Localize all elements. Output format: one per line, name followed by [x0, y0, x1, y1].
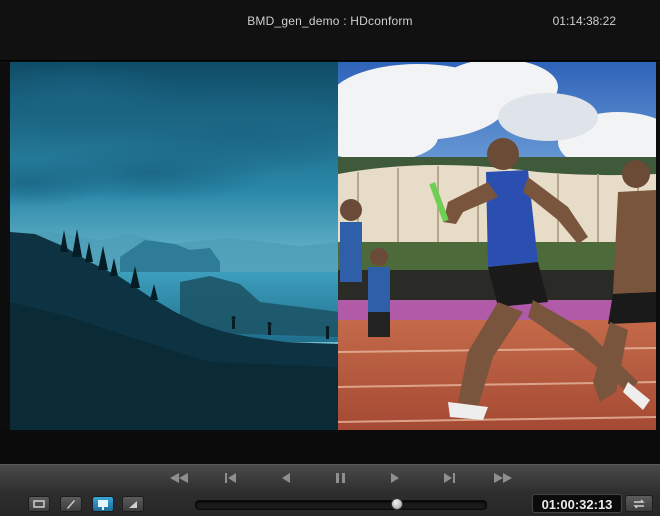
- display-tool-button[interactable]: [92, 496, 114, 512]
- fast-forward-button[interactable]: [490, 471, 516, 489]
- loop-playback-button[interactable]: [625, 495, 653, 512]
- display-icon: [98, 499, 108, 510]
- play-button[interactable]: [382, 471, 408, 489]
- pause-icon: [336, 473, 345, 483]
- play-reverse-button[interactable]: [273, 471, 299, 489]
- viewer-bottom-margin: [0, 430, 660, 464]
- playback-controls: 01:00:32:13: [0, 464, 660, 516]
- video-viewer[interactable]: [10, 62, 656, 430]
- scrubber-handle[interactable]: [390, 498, 403, 510]
- audio-icon: [129, 501, 137, 508]
- play-reverse-icon: [282, 473, 290, 483]
- playhead-scrubber[interactable]: [195, 498, 487, 510]
- fast-rewind-button[interactable]: [166, 471, 192, 489]
- go-to-start-icon: [225, 473, 236, 483]
- go-to-start-button[interactable]: [218, 471, 244, 489]
- go-to-end-button[interactable]: [436, 471, 462, 489]
- timecode-display[interactable]: 01:00:32:13: [532, 494, 622, 513]
- left-split-image: [10, 62, 338, 430]
- loop-tool-button[interactable]: [28, 496, 50, 512]
- go-to-end-icon: [444, 473, 455, 483]
- viewer-title-bar: BMD_gen_demo : HDconform 01:14:38:22: [0, 0, 660, 61]
- transport-bar: [0, 471, 660, 489]
- pen-tool-button[interactable]: [60, 496, 82, 512]
- right-split-image: [338, 62, 656, 430]
- pen-icon: [67, 500, 75, 509]
- loop-icon: [33, 500, 45, 508]
- play-icon: [391, 473, 399, 483]
- audio-tool-button[interactable]: [122, 496, 144, 512]
- fast-rewind-icon: [170, 473, 188, 483]
- pause-button[interactable]: [328, 471, 354, 489]
- source-timecode: 01:14:38:22: [552, 14, 616, 28]
- loop-arrows-icon: [633, 499, 645, 508]
- fast-forward-icon: [494, 473, 512, 483]
